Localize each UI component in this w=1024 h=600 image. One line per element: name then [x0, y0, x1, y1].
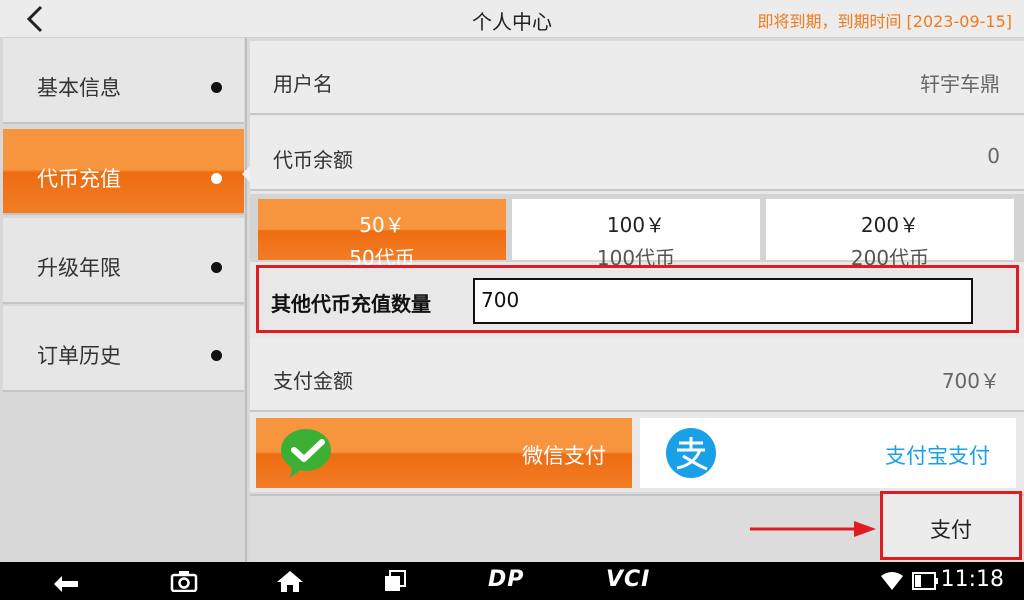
content-area: 基本信息 代币充值 升级年限 订单历史 用户名 轩宇车鼎 代币余额 0 50￥: [0, 38, 1024, 562]
pay-amount-row: 支付金额 700￥: [250, 338, 1024, 412]
pay-button-label: 支付: [930, 518, 972, 542]
sidebar-item-basic-info[interactable]: 基本信息: [3, 38, 244, 124]
recharge-panel: 用户名 轩宇车鼎 代币余额 0 50￥ 50代币 100￥ 100代币 200￥…: [250, 41, 1024, 492]
option-price: 100￥: [606, 213, 666, 237]
custom-amount-label: 其他代币充值数量: [271, 292, 431, 316]
bullet-icon: [211, 262, 222, 273]
clock: 11:18: [940, 567, 1004, 592]
custom-amount-input[interactable]: 700: [473, 278, 973, 324]
wechat-pay-label: 微信支付: [522, 444, 606, 468]
alipay-icon: [666, 428, 716, 478]
username-label: 用户名: [273, 72, 333, 96]
balance-row: 代币余额 0: [250, 117, 1024, 191]
sidebar-item-label: 订单历史: [37, 344, 121, 368]
home-icon[interactable]: [276, 570, 304, 592]
active-caret-icon: [242, 166, 250, 182]
title-bar: 个人中心 即将到期，到期时间 [2023-09-15]: [0, 0, 1024, 38]
sidebar-item-label: 基本信息: [37, 76, 121, 100]
system-navigation-bar: DP VCI 11:18: [0, 562, 1024, 600]
alipay-button[interactable]: 支付宝支付: [640, 418, 1016, 488]
alipay-label: 支付宝支付: [885, 444, 990, 468]
sidebar-item-label: 代币充值: [37, 167, 121, 191]
sidebar: 基本信息 代币充值 升级年限 订单历史: [0, 38, 250, 562]
option-price: 200￥: [860, 213, 920, 237]
recharge-options: 50￥ 50代币 100￥ 100代币 200￥ 200代币: [250, 194, 1024, 270]
payment-methods: 微信支付 支付宝支付: [254, 416, 1018, 490]
camera-icon[interactable]: [170, 570, 198, 592]
pay-button[interactable]: 支付: [880, 491, 1022, 560]
balance-label: 代币余额: [273, 148, 353, 172]
recent-apps-icon[interactable]: [382, 570, 408, 592]
wifi-icon: [881, 572, 903, 590]
option-100[interactable]: 100￥ 100代币: [512, 199, 760, 270]
sidebar-item-label: 升级年限: [37, 256, 121, 280]
bullet-icon: [211, 82, 222, 93]
nav-back-icon[interactable]: [50, 570, 82, 592]
username-row: 用户名 轩宇车鼎: [250, 41, 1024, 115]
sidebar-item-upgrade-years[interactable]: 升级年限: [3, 218, 244, 304]
option-price: 50￥: [359, 213, 405, 237]
battery-icon: [912, 572, 938, 590]
pay-amount-label: 支付金额: [273, 369, 353, 393]
option-200[interactable]: 200￥ 200代币: [766, 199, 1014, 270]
username-value: 轩宇车鼎: [920, 72, 1000, 96]
pay-amount-value: 700￥: [941, 369, 1000, 393]
pointer-arrow-icon: [750, 521, 876, 537]
wechat-icon: [281, 429, 331, 478]
sidebar-item-order-history[interactable]: 订单历史: [3, 306, 244, 392]
vci-app-icon[interactable]: VCI: [606, 567, 650, 592]
bullet-icon: [211, 350, 222, 361]
dp-app-icon[interactable]: DP: [488, 567, 524, 592]
sidebar-item-token-recharge[interactable]: 代币充值: [3, 129, 244, 215]
expiry-notice: 即将到期，到期时间 [2023-09-15]: [757, 12, 1012, 31]
wechat-pay-button[interactable]: 微信支付: [256, 418, 632, 488]
custom-amount-box: 其他代币充值数量 700: [256, 265, 1019, 333]
bullet-icon: [211, 173, 222, 184]
balance-value: 0: [987, 144, 1000, 168]
option-50[interactable]: 50￥ 50代币: [258, 199, 506, 270]
